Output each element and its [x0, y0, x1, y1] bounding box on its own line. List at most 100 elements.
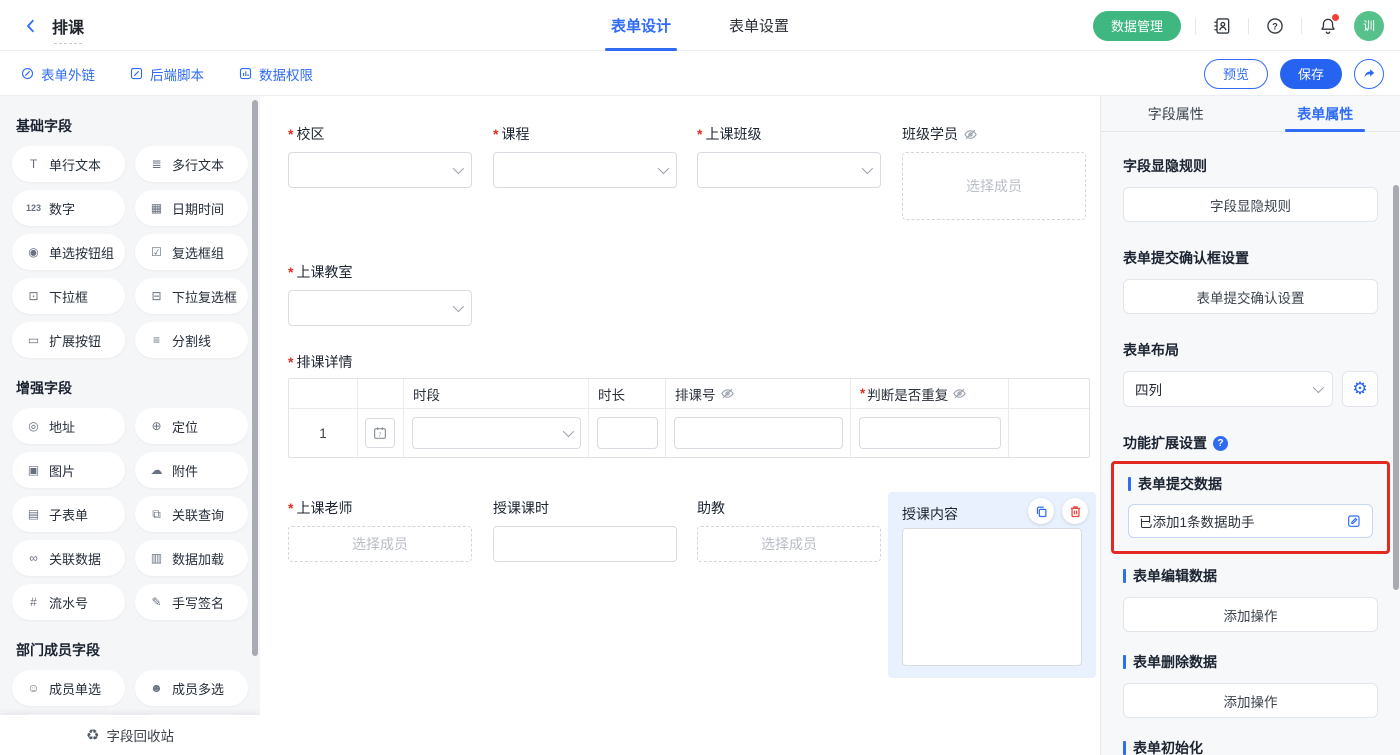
duration-input[interactable] [597, 417, 658, 449]
field-type-multi-text[interactable]: ≣多行文本 [135, 146, 248, 182]
field-type-checkbox-group[interactable]: ☑复选框组 [135, 234, 248, 270]
layout-settings-button[interactable]: ⚙ [1342, 371, 1378, 407]
copy-field-button[interactable] [1028, 498, 1054, 524]
teacher-member-picker[interactable]: 选择成员 [288, 526, 472, 562]
delete-field-button[interactable] [1062, 498, 1088, 524]
content-textarea[interactable] [902, 528, 1082, 666]
field-type-lookup[interactable]: ⧉关联查询 [135, 496, 248, 532]
share-arrow-icon [1362, 66, 1377, 81]
subform-header-row: 时段 时长 排课号 *判断是否重复 [289, 379, 1089, 409]
field-type-address[interactable]: ◎地址 [12, 408, 125, 444]
campus-select[interactable] [288, 152, 472, 188]
calendar-icon: ▦ [148, 202, 165, 214]
field-type-member-single[interactable]: ☺成员单选 [12, 670, 125, 706]
submit-data-assistant[interactable]: 已添加1条数据助手 [1128, 504, 1373, 538]
tab-form-design[interactable]: 表单设计 [605, 0, 677, 51]
field-type-label: 单选按钮组 [49, 243, 114, 262]
save-button[interactable]: 保存 [1280, 59, 1342, 89]
back-chevron-icon [22, 17, 40, 35]
class-select[interactable] [697, 152, 881, 188]
tab-field-properties[interactable]: 字段属性 [1101, 96, 1251, 131]
data-permission-button[interactable]: 数据权限 [238, 64, 313, 84]
field-type-extend-button[interactable]: ▭扩展按钮 [12, 322, 125, 358]
field-hours[interactable]: 授课课时 [493, 498, 677, 562]
field-assistant[interactable]: 助教 选择成员 [697, 498, 881, 562]
subform-header-duplicate: *判断是否重复 [851, 379, 1009, 409]
field-type-data-load[interactable]: ▥数据加载 [135, 540, 248, 576]
sidebar-scrollbar[interactable] [252, 100, 258, 656]
date-picker-button[interactable]: 7 [365, 418, 395, 448]
field-campus[interactable]: *校区 [288, 124, 472, 188]
students-member-picker[interactable]: 选择成员 [902, 152, 1086, 220]
field-type-serial-number[interactable]: #流水号 [12, 584, 125, 620]
submit-confirm-button[interactable]: 表单提交确认设置 [1123, 279, 1378, 314]
field-type-member-multi[interactable]: ☻成员多选 [135, 670, 248, 706]
external-link-button[interactable]: 表单外链 [20, 64, 95, 84]
field-students[interactable]: 班级学员 选择成员 [902, 124, 1086, 220]
field-type-single-text[interactable]: T单行文本 [12, 146, 125, 182]
help-icon[interactable]: ? [1263, 14, 1287, 38]
link-icon [20, 66, 35, 81]
edit-data-add-button[interactable]: 添加操作 [1123, 597, 1378, 632]
course-select[interactable] [493, 152, 677, 188]
field-course[interactable]: *课程 [493, 124, 677, 188]
field-type-label: 下拉框 [49, 287, 88, 306]
field-type-multi-select[interactable]: ⊟下拉复选框 [135, 278, 248, 314]
field-type-select[interactable]: ⊡ 下拉框 [12, 278, 125, 314]
help-icon[interactable]: ? [1213, 436, 1228, 451]
data-permission-label: 数据权限 [259, 64, 313, 84]
eye-off-icon [952, 386, 967, 401]
schedule-no-input[interactable] [674, 417, 843, 449]
divider [1195, 18, 1196, 34]
field-type-datetime[interactable]: ▦ 日期时间 [135, 190, 248, 226]
duplicate-input[interactable] [859, 417, 1001, 449]
select-icon: ⊡ [25, 290, 42, 302]
delete-data-add-button[interactable]: 添加操作 [1123, 683, 1378, 718]
assistant-member-picker[interactable]: 选择成员 [697, 526, 881, 562]
required-asterisk: * [860, 386, 865, 401]
field-recycle-bin[interactable]: ♻ 字段回收站 [0, 715, 260, 755]
panel-scrollbar[interactable] [1393, 185, 1399, 590]
classroom-select[interactable] [288, 290, 472, 326]
share-button[interactable] [1354, 59, 1384, 89]
form-toolbar: 表单外链 后端脚本 数据权限 预览 保存 [0, 51, 1400, 96]
tab-form-properties[interactable]: 表单属性 [1251, 96, 1400, 131]
tab-form-settings[interactable]: 表单设置 [723, 0, 795, 51]
field-type-label: 日期时间 [172, 199, 224, 218]
contact-book-icon[interactable] [1210, 14, 1234, 38]
field-type-signature[interactable]: ✎手写签名 [135, 584, 248, 620]
eye-off-icon [720, 386, 735, 401]
image-icon: ▣ [25, 464, 42, 476]
period-select[interactable] [412, 417, 581, 449]
field-type-label: 关联数据 [49, 549, 101, 568]
app-header: 排课 表单设计 表单设置 数据管理 ? [0, 0, 1400, 51]
field-type-linked-data[interactable]: ∞关联数据 [12, 540, 125, 576]
preview-button[interactable]: 预览 [1204, 59, 1268, 89]
field-content-selected[interactable]: 授课内容 [888, 492, 1096, 678]
field-type-location[interactable]: ⊕定位 [135, 408, 248, 444]
single-text-icon: T [25, 158, 42, 170]
data-manage-button[interactable]: 数据管理 [1093, 11, 1181, 41]
field-type-image[interactable]: ▣图片 [12, 452, 125, 488]
field-classroom[interactable]: *上课教室 [288, 262, 472, 326]
field-teacher[interactable]: *上课老师 选择成员 [288, 498, 472, 562]
field-type-attachment[interactable]: ☁附件 [135, 452, 248, 488]
visibility-rules-button[interactable]: 字段显隐规则 [1123, 187, 1378, 222]
submit-confirm-title: 表单提交确认框设置 [1123, 248, 1378, 268]
field-type-divider[interactable]: ≡分割线 [135, 322, 248, 358]
layout-select[interactable]: 四列 [1123, 371, 1333, 407]
avatar[interactable]: 训 [1354, 11, 1384, 41]
backend-script-button[interactable]: 后端脚本 [129, 64, 204, 84]
field-type-number[interactable]: 123数字 [12, 190, 125, 226]
notification-bell-icon[interactable] [1316, 14, 1340, 38]
hours-input[interactable] [493, 526, 677, 562]
field-type-subform[interactable]: ▤子表单 [12, 496, 125, 532]
panel-tabs: 字段属性 表单属性 [1101, 96, 1400, 132]
back-button[interactable] [20, 15, 42, 37]
form-title[interactable]: 排课 [52, 20, 84, 37]
field-class[interactable]: *上课班级 [697, 124, 881, 188]
required-asterisk: * [697, 126, 702, 142]
field-label: 校区 [296, 124, 324, 144]
field-type-radio-group[interactable]: ◉单选按钮组 [12, 234, 125, 270]
button-label: 添加操作 [1224, 605, 1278, 625]
